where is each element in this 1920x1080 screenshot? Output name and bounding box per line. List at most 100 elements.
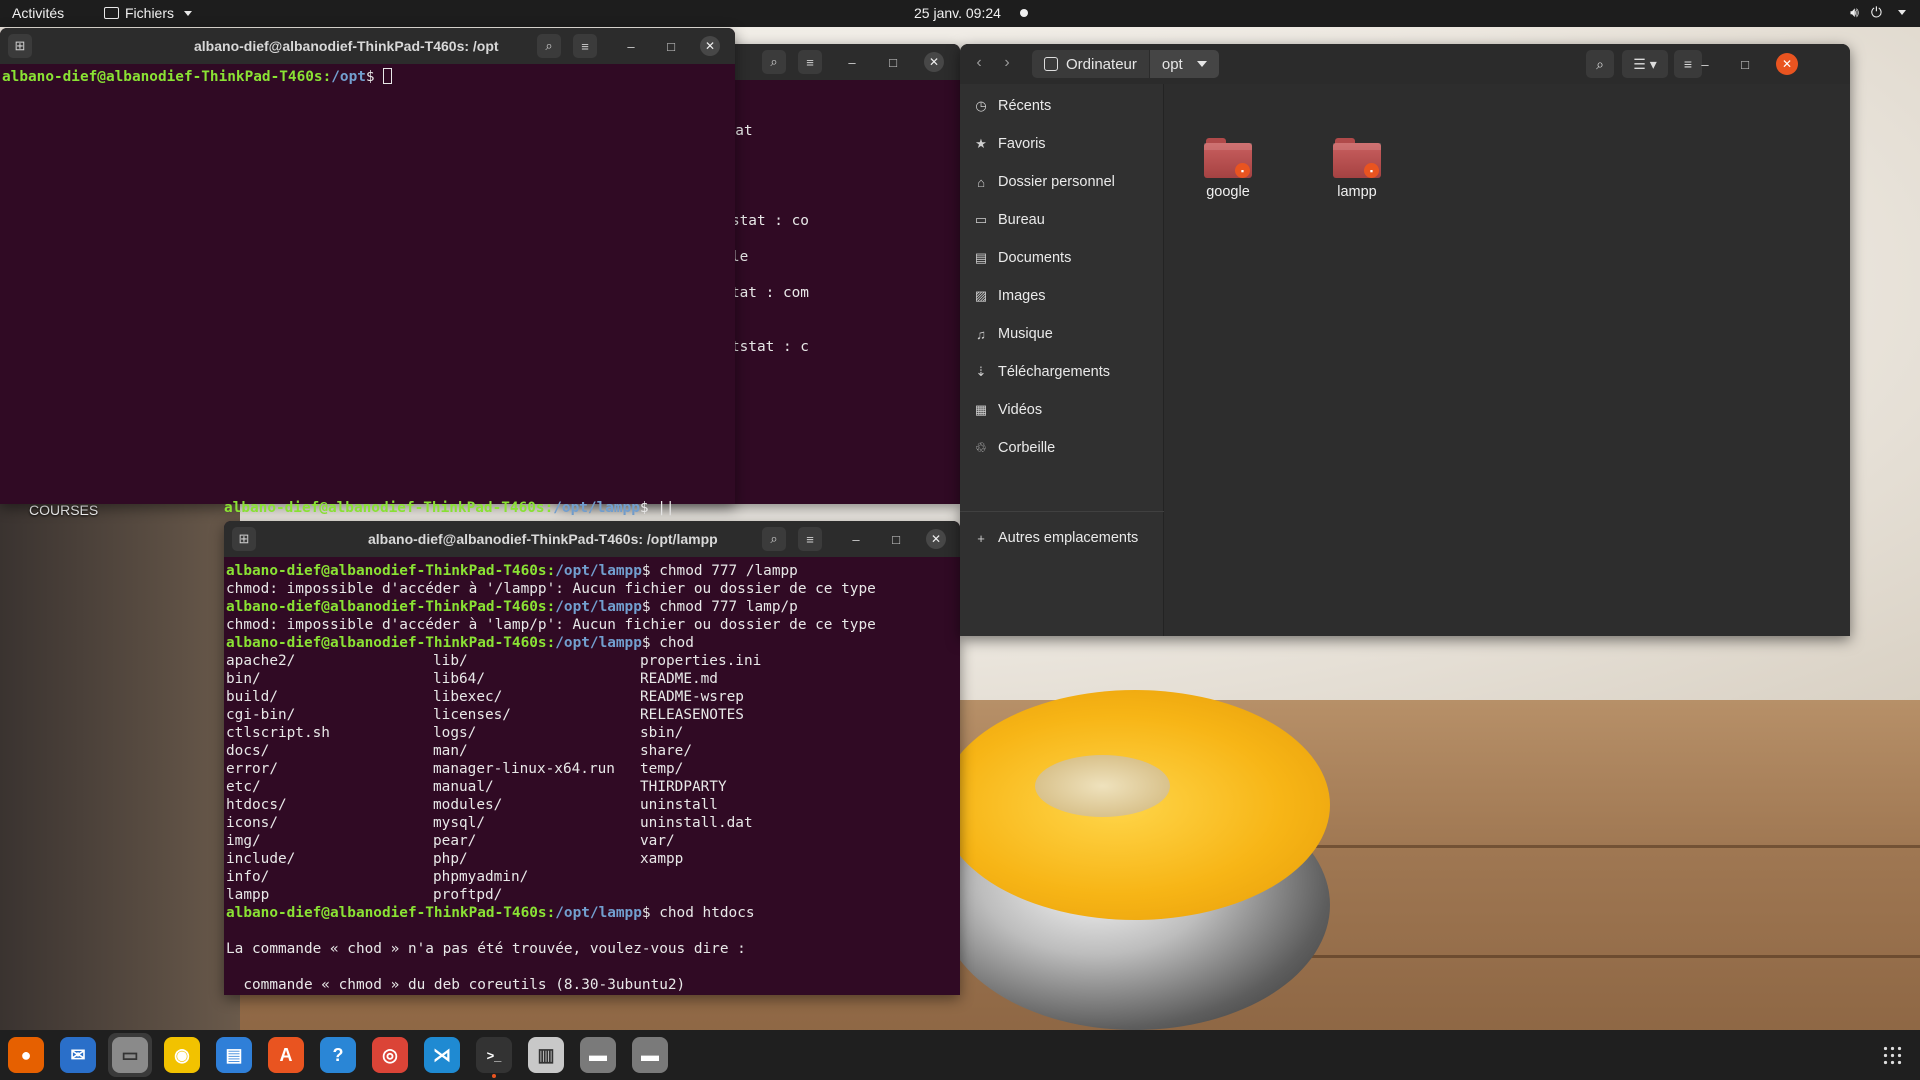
close-button[interactable]: ✕ bbox=[700, 36, 720, 56]
terminal-window-opt[interactable]: ⊞ albano-dief@albanodief-ThinkPad-T460s:… bbox=[0, 28, 735, 504]
sidebar-divider bbox=[960, 511, 1164, 512]
directory-listing-row: cgi-bin/licenses/RELEASENOTES bbox=[226, 707, 744, 723]
sidebar-item-documents[interactable]: ▤ Documents bbox=[974, 247, 1072, 269]
close-button[interactable]: ✕ bbox=[926, 529, 946, 549]
directory-listing-row: docs/man/share/ bbox=[226, 743, 692, 759]
vscode-icon[interactable]: ⋊ bbox=[424, 1037, 460, 1073]
help-icon[interactable]: ? bbox=[320, 1037, 356, 1073]
terminal-line: iniuninstall bbox=[601, 104, 960, 122]
search-icon[interactable]: ⌕ bbox=[762, 527, 786, 551]
search-icon[interactable]: ⌕ bbox=[537, 34, 561, 58]
menu-icon[interactable]: ≡ bbox=[798, 527, 822, 551]
maximize-button[interactable]: □ bbox=[659, 34, 683, 58]
dock: ● ✉ ▭ ◉ ▤ A? ◎ ⋊ >_ ▥ ▬ ▬ bbox=[0, 1030, 1920, 1080]
breadcrumb-opt[interactable]: opt bbox=[1148, 50, 1219, 78]
document-icon: ▤ bbox=[974, 250, 988, 265]
running-indicator bbox=[492, 1074, 496, 1078]
directory-listing-row: bin/lib64/README.md bbox=[226, 671, 718, 687]
window-title: albano-dief@albanodief-ThinkPad-T460s: /… bbox=[194, 38, 499, 54]
writer-icon[interactable]: ▤ bbox=[216, 1037, 252, 1073]
terminal-header: ⊞ albano-dief@albanodief-ThinkPad-T460s:… bbox=[0, 28, 735, 64]
sidebar-item-label: Vidéos bbox=[998, 402, 1043, 418]
minimize-button[interactable]: – bbox=[1695, 54, 1715, 74]
sidebar-item-t-l-chargements[interactable]: ⇣ Téléchargements bbox=[974, 361, 1110, 383]
system-menu[interactable]: 🔊︎ ⏻ bbox=[1850, 4, 1906, 21]
maximize-button[interactable]: □ bbox=[1735, 54, 1755, 74]
text-cursor bbox=[383, 68, 393, 84]
sidebar-item-other-locations[interactable]: + Autres emplacements bbox=[974, 527, 1138, 549]
top-bar: Activités Fichiers 25 janv. 09:24 🔊︎ ⏻ bbox=[0, 0, 1920, 27]
sidebar-item-r-cents[interactable]: ◷ Récents bbox=[974, 95, 1051, 117]
menu-icon[interactable]: ≡ bbox=[573, 34, 597, 58]
directory-listing-row: include/php/xampp bbox=[226, 851, 684, 867]
files-app-menu[interactable]: Fichiers bbox=[104, 5, 193, 21]
directory-listing-row: icons/mysql/uninstall.dat bbox=[226, 815, 753, 831]
minimize-button[interactable]: – bbox=[844, 527, 868, 551]
files-icon[interactable]: ▭ bbox=[112, 1037, 148, 1073]
folder-lampp[interactable]: ▪ lampp bbox=[1317, 138, 1397, 200]
doc-viewer-icon[interactable]: ▥ bbox=[528, 1037, 564, 1073]
show-applications-icon[interactable] bbox=[1882, 1045, 1902, 1065]
chrome-icon[interactable]: ◎ bbox=[372, 1037, 408, 1073]
notification-dot-icon bbox=[1020, 9, 1028, 17]
maximize-button[interactable]: □ bbox=[884, 527, 908, 551]
firefox-icon[interactable]: ● bbox=[8, 1037, 44, 1073]
close-button[interactable]: ✕ bbox=[1776, 53, 1798, 75]
new-tab-icon[interactable]: ⊞ bbox=[232, 527, 256, 551]
directory-listing-row: etc/manual/THIRDPARTY bbox=[226, 779, 727, 795]
drive-icon[interactable]: ▬ bbox=[580, 1037, 616, 1073]
rhythmbox-icon[interactable]: ◉ bbox=[164, 1037, 200, 1073]
sidebar-item-bureau[interactable]: ▭ Bureau bbox=[974, 209, 1045, 231]
folder-icon bbox=[104, 7, 119, 19]
sidebar-item-label: Images bbox=[998, 288, 1046, 304]
software-icon[interactable]: A bbox=[268, 1037, 304, 1073]
sidebar-item-label: Téléchargements bbox=[998, 364, 1111, 380]
terminal-prompt-line: albano-dief@albanodief-ThinkPad-T460s:/o… bbox=[224, 500, 675, 516]
search-button[interactable]: ⌕ bbox=[1586, 50, 1614, 78]
folder-google[interactable]: ▪ google bbox=[1188, 138, 1268, 200]
directory-listing-row: ctlscript.sh logs/sbin/ bbox=[226, 725, 684, 741]
back-button[interactable]: ‹ bbox=[966, 50, 992, 76]
terminal-line: mande introuvable bbox=[601, 248, 960, 266]
close-button[interactable]: ✕ bbox=[924, 52, 944, 72]
terminal-output: albano-dief@albanodief-ThinkPad-T460s:/o… bbox=[224, 557, 960, 994]
locked-folder-icon: ▪ bbox=[1333, 138, 1381, 178]
desktop-folder-label[interactable]: COURSES bbox=[29, 502, 98, 518]
terminal-line: THIRDPARTY bbox=[640, 86, 960, 104]
view-list-button[interactable]: ☰ ▾ bbox=[1622, 50, 1668, 78]
breadcrumb-computer[interactable]: Ordinateur bbox=[1032, 50, 1149, 78]
drive-icon-2[interactable]: ▬ bbox=[632, 1037, 668, 1073]
sidebar-item-musique[interactable]: ♫ Musique bbox=[974, 323, 1053, 345]
minimize-button[interactable]: – bbox=[840, 50, 864, 74]
volume-icon: 🔊︎ bbox=[1850, 4, 1859, 20]
minimize-button[interactable]: – bbox=[619, 34, 643, 58]
sidebar-item-images[interactable]: ▨ Images bbox=[974, 285, 1046, 307]
directory-listing-row: lampp proftpd/ bbox=[226, 887, 503, 903]
clock[interactable]: 25 janv. 09:24 bbox=[914, 5, 1001, 21]
menu-icon[interactable]: ≡ bbox=[798, 50, 822, 74]
clock-icon: ◷ bbox=[975, 98, 987, 113]
maximize-button[interactable]: □ bbox=[881, 50, 905, 74]
drive-icon bbox=[1044, 57, 1058, 71]
sidebar-item-dossier-personnel[interactable]: ⌂ Dossier personnel bbox=[974, 171, 1115, 193]
desktop-icon: ▭ bbox=[974, 212, 988, 227]
sidebar-item-favoris[interactable]: ★ Favoris bbox=[974, 133, 1046, 155]
sidebar-item-vid-os[interactable]: ▦ Vidéos bbox=[974, 399, 1042, 421]
directory-listing-row: build/libexec/README-wsrep bbox=[226, 689, 744, 705]
terminal-window-lampp[interactable]: ⊞ albano-dief@albanodief-ThinkPad-T460s:… bbox=[224, 521, 960, 995]
sidebar-item-label: Favoris bbox=[998, 136, 1046, 152]
terminal-command-line: albano-dief@albanodief-ThinkPad-T460s:/o… bbox=[226, 635, 694, 651]
directory-listing-row: htdocs/modules/uninstall bbox=[226, 797, 718, 813]
sidebar-item-corbeille[interactable]: ♲ Corbeille bbox=[974, 437, 1055, 459]
activities-button[interactable]: Activités bbox=[12, 5, 64, 21]
forward-button[interactable]: › bbox=[994, 50, 1020, 76]
sidebar-item-label: Récents bbox=[998, 98, 1052, 114]
terminal-icon[interactable]: >_ bbox=[476, 1037, 512, 1073]
search-icon[interactable]: ⌕ bbox=[762, 50, 786, 74]
directory-listing-row: apache2/lib/properties.ini bbox=[226, 653, 762, 669]
thunderbird-icon[interactable]: ✉ bbox=[60, 1037, 96, 1073]
terminal-line: uninstall.dat bbox=[640, 122, 960, 140]
new-tab-icon[interactable]: ⊞ bbox=[8, 34, 32, 58]
files-window[interactable]: ‹ › Ordinateur opt ⌕ ☰ ▾ ≡ – □ ✕ + Autre… bbox=[960, 44, 1850, 636]
